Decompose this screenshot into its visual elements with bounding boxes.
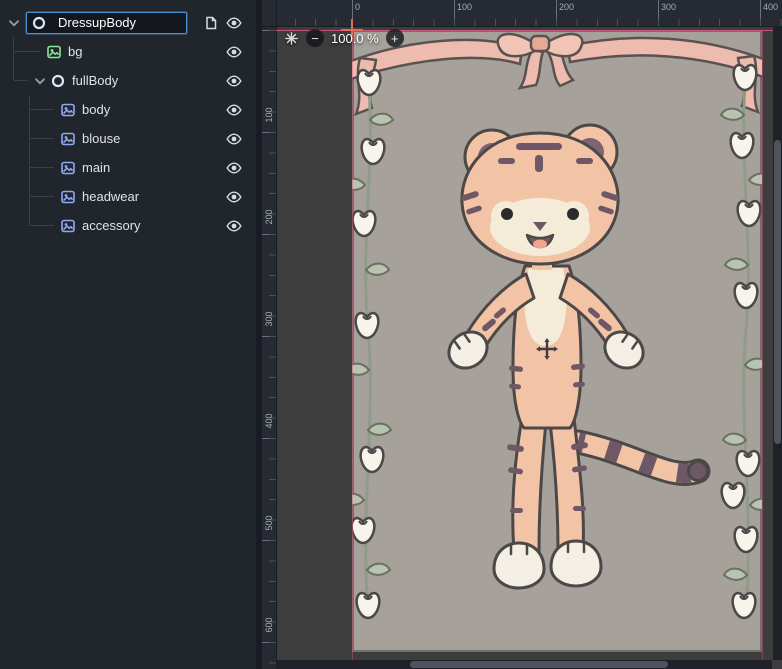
node-label: blouse — [82, 131, 121, 146]
ruler-label: 400 — [264, 413, 274, 429]
rename-input[interactable] — [58, 15, 180, 30]
tree-node-accessory[interactable]: accessory — [0, 211, 256, 240]
node-label: body — [82, 102, 111, 117]
viewport-bounds-left — [352, 30, 353, 669]
ruler-label: 600 — [264, 617, 274, 633]
ruler-label: 300 — [264, 311, 274, 327]
node-label: fullBody — [72, 73, 119, 88]
visibility-toggle[interactable] — [225, 101, 243, 119]
sprite-icon — [60, 160, 76, 176]
node-label: accessory — [82, 218, 141, 233]
collapse-chevron-icon[interactable] — [6, 15, 24, 31]
horizontal-scrollbar[interactable] — [276, 660, 772, 669]
visibility-toggle[interactable] — [225, 217, 243, 235]
ruler-corner — [262, 0, 277, 27]
viewport-2d[interactable]: 0 100 200 300 400 100 200 300 400 500 60… — [262, 0, 782, 669]
texture-icon — [46, 44, 62, 60]
visibility-toggle[interactable] — [225, 130, 243, 148]
tree-node-headwear[interactable]: headwear — [0, 182, 256, 211]
viewport-bounds-right — [762, 30, 763, 669]
canvas-artwork — [352, 30, 762, 652]
vertical-ruler[interactable]: 100 200 300 400 500 600 — [262, 26, 277, 669]
sprite-icon — [60, 218, 76, 234]
ruler-label: 0 — [355, 2, 361, 12]
zoom-out-button[interactable]: − — [306, 29, 324, 47]
visibility-toggle[interactable] — [225, 43, 243, 61]
ruler-label: 100 — [457, 2, 473, 12]
zoom-level[interactable]: 100.0 % — [331, 31, 379, 46]
viewport-toolbar: − 100.0 % + — [284, 29, 404, 47]
center-view-icon[interactable] — [284, 31, 299, 46]
canvas-workspace[interactable]: − 100.0 % + — [276, 26, 782, 669]
scene-file-icon[interactable] — [203, 15, 219, 31]
node2d-icon — [50, 73, 66, 89]
vertical-scrollbar[interactable] — [773, 26, 782, 660]
visibility-toggle[interactable] — [225, 14, 243, 32]
scrollbar-thumb[interactable] — [774, 140, 781, 445]
sprite-icon — [60, 189, 76, 205]
tree-node-main[interactable]: main — [0, 153, 256, 182]
ruler-label: 500 — [264, 515, 274, 531]
node-rename-field[interactable] — [26, 11, 187, 34]
tree-node-fullbody[interactable]: fullBody — [0, 66, 256, 95]
ruler-label: 200 — [264, 209, 274, 225]
ruler-label: 100 — [264, 107, 274, 123]
node-label: headwear — [82, 189, 140, 204]
node2d-icon — [31, 15, 47, 31]
node-label: main — [82, 160, 111, 175]
scrollbar-thumb[interactable] — [409, 661, 668, 668]
tree-node-body[interactable]: body — [0, 95, 256, 124]
collapse-chevron-icon[interactable] — [32, 73, 50, 89]
node-label: bg — [68, 44, 83, 59]
visibility-toggle[interactable] — [225, 188, 243, 206]
tree-node-blouse[interactable]: blouse — [0, 124, 256, 153]
sprite-icon — [60, 131, 76, 147]
ruler-label: 200 — [559, 2, 575, 12]
tree-node-dressupbody[interactable] — [0, 8, 256, 37]
visibility-toggle[interactable] — [225, 72, 243, 90]
ruler-label: 300 — [661, 2, 677, 12]
ruler-label: 400 — [763, 2, 779, 12]
sprite-icon — [60, 102, 76, 118]
tree-node-bg[interactable]: bg — [0, 37, 256, 66]
visibility-toggle[interactable] — [225, 159, 243, 177]
scene-tree-panel: bg fullBody body blouse main headwear ac… — [0, 0, 256, 669]
zoom-in-button[interactable]: + — [385, 29, 404, 47]
